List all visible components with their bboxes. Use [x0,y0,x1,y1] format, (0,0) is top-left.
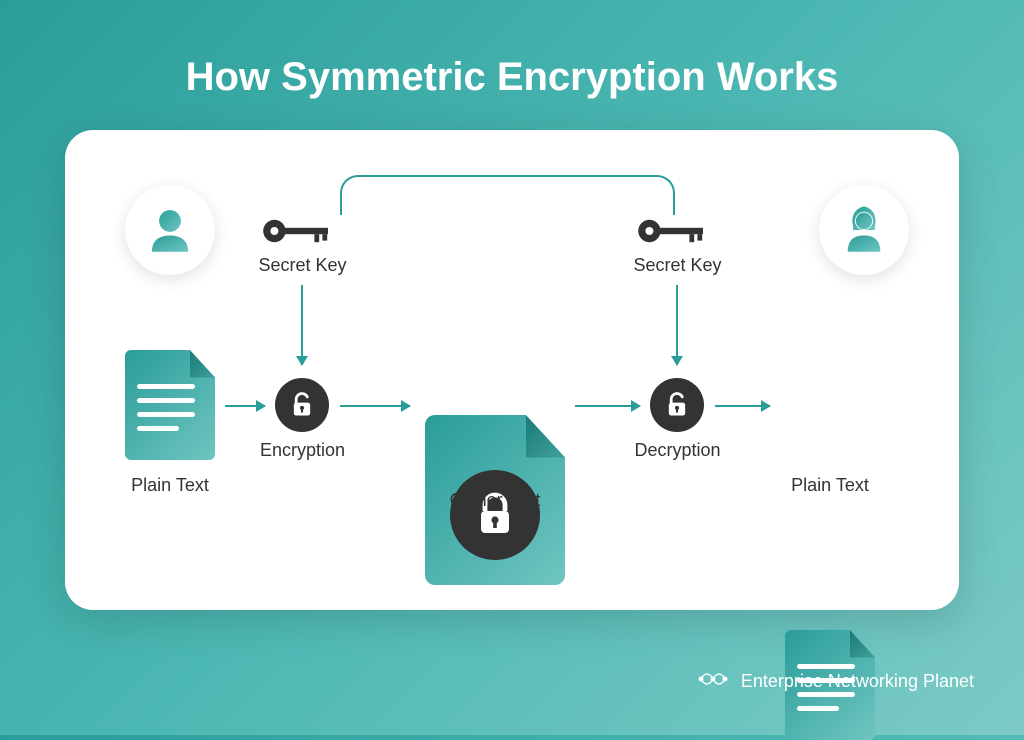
person-female-icon [835,201,893,259]
arrow-encrypt-to-cipher [340,405,410,407]
footer-brand-text: Enterprise Networking Planet [741,671,974,692]
encryption-label: Encryption [255,440,350,461]
receiver-plaintext-label: Plain Text [775,475,885,496]
arrow-key-to-decrypt [676,285,678,365]
ciphertext-label: Cipher Text [435,490,555,511]
footer-brand: Enterprise Networking Planet [695,668,974,695]
key-left-icon [260,215,340,252]
decryption-label: Decryption [630,440,725,461]
unlock-icon [663,391,691,419]
secret-key-left-label: Secret Key [255,255,350,276]
diagram-title: How Symmetric Encryption Works [0,0,1024,130]
secret-key-right-label: Secret Key [630,255,725,276]
person-male-icon [141,201,199,259]
receiver-avatar [819,185,909,275]
diagram-card: Secret Key Secret Key Plain Text Encrypt… [65,130,959,610]
decryption-icon [650,378,704,432]
sender-plaintext-label: Plain Text [115,475,225,496]
sender-avatar [125,185,215,275]
sender-plaintext-doc-icon [125,350,215,460]
encryption-icon [275,378,329,432]
arrow-plain-to-encrypt [225,405,265,407]
lock-closed-icon [450,470,540,560]
key-right-icon [635,215,715,252]
brand-logo-icon [695,668,731,695]
arrow-key-to-encrypt [301,285,303,365]
unlock-icon [288,391,316,419]
key-share-connector [340,175,675,215]
arrow-cipher-to-decrypt [575,405,640,407]
arrow-decrypt-to-plain [715,405,770,407]
